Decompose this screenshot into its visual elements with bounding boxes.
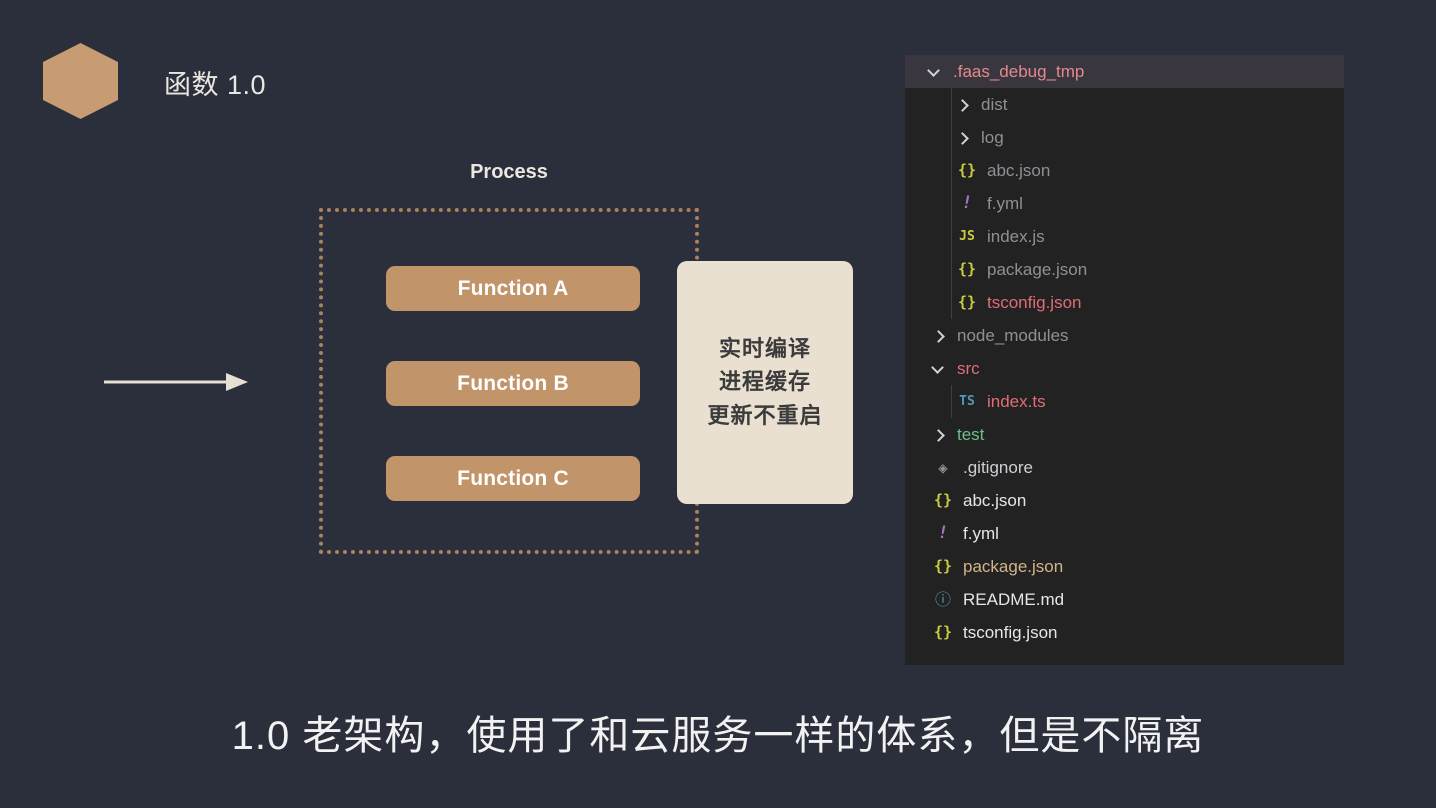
file-tree-row[interactable]: log [905,121,1344,154]
file-tree-label: tsconfig.json [987,292,1082,312]
file-tree-label: package.json [987,259,1088,279]
file-tree-label: abc.json [963,490,1027,510]
file-tree-row[interactable]: JS index.js [905,220,1344,253]
file-tree-label: node_modules [957,325,1069,345]
json-icon: {} [957,161,977,179]
js-icon: JS [959,229,975,244]
file-tree-label: index.ts [987,391,1046,411]
indent-guide [951,154,952,187]
indent-guide [951,286,952,319]
process-label: Process [470,161,548,183]
page-title: 函数 1.0 [164,70,267,100]
file-tree-label: abc.json [987,160,1051,180]
chevron-right-icon [931,427,947,443]
file-tree-label: src [957,358,980,378]
right-arrow-icon [104,373,248,391]
file-tree-row[interactable]: TS index.ts [905,385,1344,418]
function-block-c[interactable]: Function C [386,456,640,501]
file-tree-row[interactable]: {} abc.json [905,154,1344,187]
indent-guide [951,385,952,418]
file-tree-row[interactable]: .faas_debug_tmp [905,55,1344,88]
function-block-a[interactable]: Function A [386,266,640,311]
file-tree-row[interactable]: node_modules [905,319,1344,352]
indent-guide [951,187,952,220]
yaml-icon: ! [961,193,973,213]
chevron-right-icon [931,328,947,344]
file-tree-row[interactable]: {} tsconfig.json [905,286,1344,319]
json-icon: {} [933,491,953,509]
file-tree-row[interactable]: {} package.json [905,550,1344,583]
file-tree-label: test [957,424,985,444]
file-tree-label: f.yml [987,193,1023,213]
file-tree-row[interactable]: ◈ .gitignore [905,451,1344,484]
feature-line-1: 实时编译 [718,335,811,361]
file-tree-row[interactable]: {} tsconfig.json [905,616,1344,649]
chevron-down-icon [927,64,943,80]
file-tree-row[interactable]: ! f.yml [905,187,1344,220]
feature-card: 实时编译 进程缓存 更新不重启 [677,261,853,504]
file-tree-row[interactable]: test [905,418,1344,451]
file-tree-label: f.yml [963,523,999,543]
indent-guide [951,88,952,121]
ts-icon: TS [959,394,975,409]
json-icon: {} [933,623,953,641]
file-tree-row[interactable]: dist [905,88,1344,121]
file-tree-label: log [981,127,1004,147]
slide-caption: 1.0 老架构，使用了和云服务一样的体系，但是不隔离 [231,714,1205,758]
file-tree-label: index.js [987,226,1045,246]
file-tree-row[interactable]: ⓘ README.md [905,583,1344,616]
indent-guide [951,220,952,253]
file-tree-label: .faas_debug_tmp [953,61,1085,81]
file-tree-row[interactable]: {} abc.json [905,484,1344,517]
git-icon: ◈ [938,457,948,477]
yaml-icon: ! [937,523,949,543]
slide-canvas: 函数 1.0 Process Function A Function B Fun… [0,0,1436,808]
info-icon: ⓘ [934,589,951,609]
file-tree-label: dist [981,94,1008,114]
file-tree-row[interactable]: src [905,352,1344,385]
chevron-right-icon [955,97,971,113]
indent-guide [951,253,952,286]
hexagon-logo-icon [43,43,118,119]
chevron-down-icon [931,361,947,377]
json-icon: {} [957,293,977,311]
feature-line-3: 更新不重启 [707,402,823,428]
file-tree-label: package.json [963,556,1064,576]
file-tree-row[interactable]: {} package.json [905,253,1344,286]
json-icon: {} [933,557,953,575]
feature-line-2: 进程缓存 [718,369,811,395]
file-explorer-panel[interactable]: .faas_debug_tmp dist log{} abc.json! f.yml JS… [905,55,1344,665]
chevron-right-icon [955,130,971,146]
function-block-b[interactable]: Function B [386,361,640,406]
file-tree-label: README.md [963,589,1065,609]
file-tree-label: .gitignore [963,457,1033,477]
json-icon: {} [957,260,977,278]
file-tree-row[interactable]: ! f.yml [905,517,1344,550]
indent-guide [951,121,952,154]
file-tree-label: tsconfig.json [963,622,1058,642]
